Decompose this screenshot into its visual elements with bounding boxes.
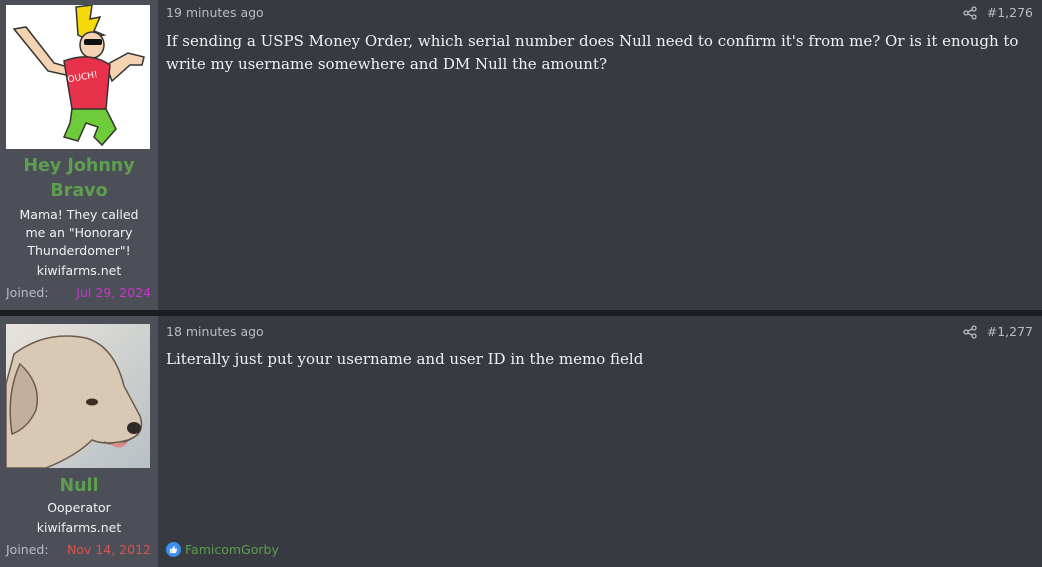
post-body: If sending a USPS Money Order, which ser… (166, 32, 1019, 73)
joined-date: Nov 14, 2012 (66, 542, 151, 557)
post-content: 18 minutes ago #1,277 Literally just put… (158, 316, 1042, 567)
reaction-user[interactable]: FamicomGorby (185, 542, 279, 557)
post-1277: Null Ooperator kiwifarms.net Joined: Nov… (0, 316, 1042, 567)
post-number-link[interactable]: #1,277 (987, 324, 1033, 339)
share-icon[interactable] (963, 5, 977, 20)
johnny-bravo-avatar-icon: OUCH! (6, 5, 150, 149)
user-title: Mama! They called me an "Honorary Thunde… (19, 207, 139, 258)
post-content: 19 minutes ago #1,276 If sending a USPS … (158, 0, 1042, 310)
user-panel: OUCH! Hey Johnny Bravo Mama! They called… (0, 0, 158, 310)
avatar[interactable]: OUCH! (6, 5, 150, 149)
share-icon[interactable] (963, 324, 977, 339)
dog-avatar-icon (6, 324, 150, 468)
joined-label: Joined: (6, 285, 49, 300)
user-domain: kiwifarms.net (36, 263, 122, 278)
user-domain: kiwifarms.net (36, 520, 122, 535)
joined-date: Jul 29, 2024 (76, 285, 151, 300)
username[interactable]: Hey Johnny Bravo (0, 154, 158, 204)
user-panel: Null Ooperator kiwifarms.net Joined: Nov… (0, 316, 158, 567)
like-icon (166, 542, 181, 557)
post-timestamp[interactable]: 19 minutes ago (166, 5, 264, 20)
post-meta: #1,277 (963, 324, 1033, 339)
reactions-bar[interactable]: FamicomGorby (166, 542, 279, 557)
post-timestamp[interactable]: 18 minutes ago (166, 324, 264, 339)
user-title: Ooperator (47, 500, 111, 515)
joined-label: Joined: (6, 542, 49, 557)
avatar[interactable] (6, 324, 150, 468)
post-number-link[interactable]: #1,276 (987, 5, 1033, 20)
post-meta: #1,276 (963, 5, 1033, 20)
post-1276: OUCH! Hey Johnny Bravo Mama! They called… (0, 0, 1042, 310)
post-body: Literally just put your username and use… (166, 350, 644, 368)
username[interactable]: Null (0, 474, 158, 499)
